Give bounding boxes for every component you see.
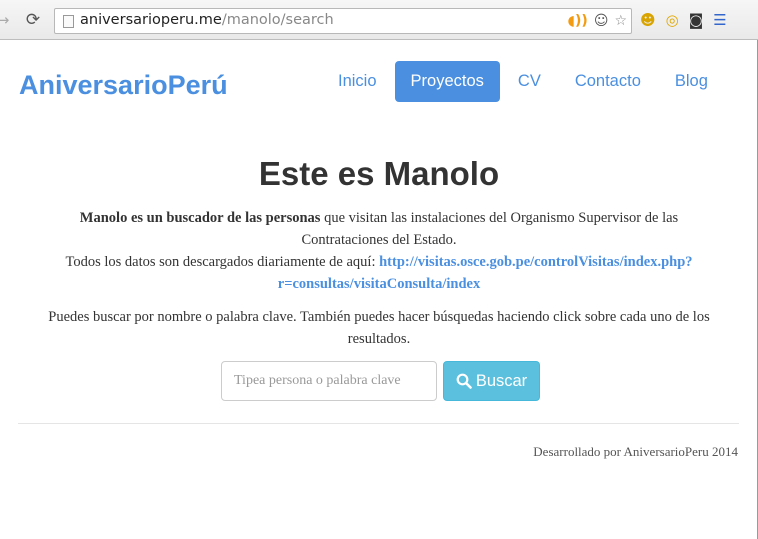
page-title: Este es Manolo	[258, 155, 500, 192]
intro-rest: que visitan las instalaciones del Organi…	[301, 210, 679, 248]
site-nav: Inicio Proyectos CV Contacto Blog	[322, 61, 726, 102]
intro-bold: Manolo es un buscador de las personas	[79, 210, 321, 226]
search-hint: Puedes buscar por nombre o palabra clave…	[48, 309, 710, 347]
halo-extension-icon[interactable]: ◎	[666, 10, 679, 30]
footer-divider	[18, 423, 739, 424]
nav-item-contacto[interactable]: Contacto	[559, 61, 657, 102]
url-path: /manolo/search	[221, 12, 334, 28]
address-bar[interactable]: aniversarioperu.me/manolo/search ◖)) ☺ ☆	[54, 8, 632, 34]
page-icon	[63, 15, 74, 28]
rss-icon[interactable]: ◖))	[568, 12, 588, 30]
browser-toolbar: → ⟳ aniversarioperu.me/manolo/search ◖))…	[0, 0, 758, 40]
nav-item-proyectos[interactable]: Proyectos	[394, 61, 500, 102]
avatar-extension-icon[interactable]: ◙	[689, 10, 704, 30]
nav-item-cv[interactable]: CV	[502, 61, 557, 102]
intro-paragraph: Manolo es un buscador de las personas qu…	[40, 207, 718, 295]
bookmark-star-icon[interactable]: ☆	[614, 12, 627, 30]
search-button-label: Buscar	[475, 371, 528, 390]
search-input[interactable]	[221, 361, 437, 401]
back-icon[interactable]: →	[0, 9, 14, 31]
reddit-icon[interactable]: ☺	[594, 12, 609, 30]
menu-icon[interactable]: ☰	[713, 10, 726, 30]
nav-item-blog[interactable]: Blog	[659, 61, 724, 102]
extension-icon[interactable]: ☻	[640, 10, 656, 30]
url-text[interactable]: aniversarioperu.me/manolo/search	[80, 12, 334, 28]
search-button[interactable]: Buscar	[443, 361, 540, 401]
url-domain: aniversarioperu.me	[80, 12, 222, 28]
reload-icon[interactable]: ⟳	[22, 9, 44, 31]
nav-item-inicio[interactable]: Inicio	[322, 61, 393, 102]
data-prefix: Todos los datos son descargados diariame…	[65, 254, 380, 270]
search-icon	[456, 373, 472, 389]
footer-credit: Desarrollado por AniversarioPeru 2014	[533, 444, 738, 459]
site-brand[interactable]: AniversarioPerú	[19, 70, 228, 101]
